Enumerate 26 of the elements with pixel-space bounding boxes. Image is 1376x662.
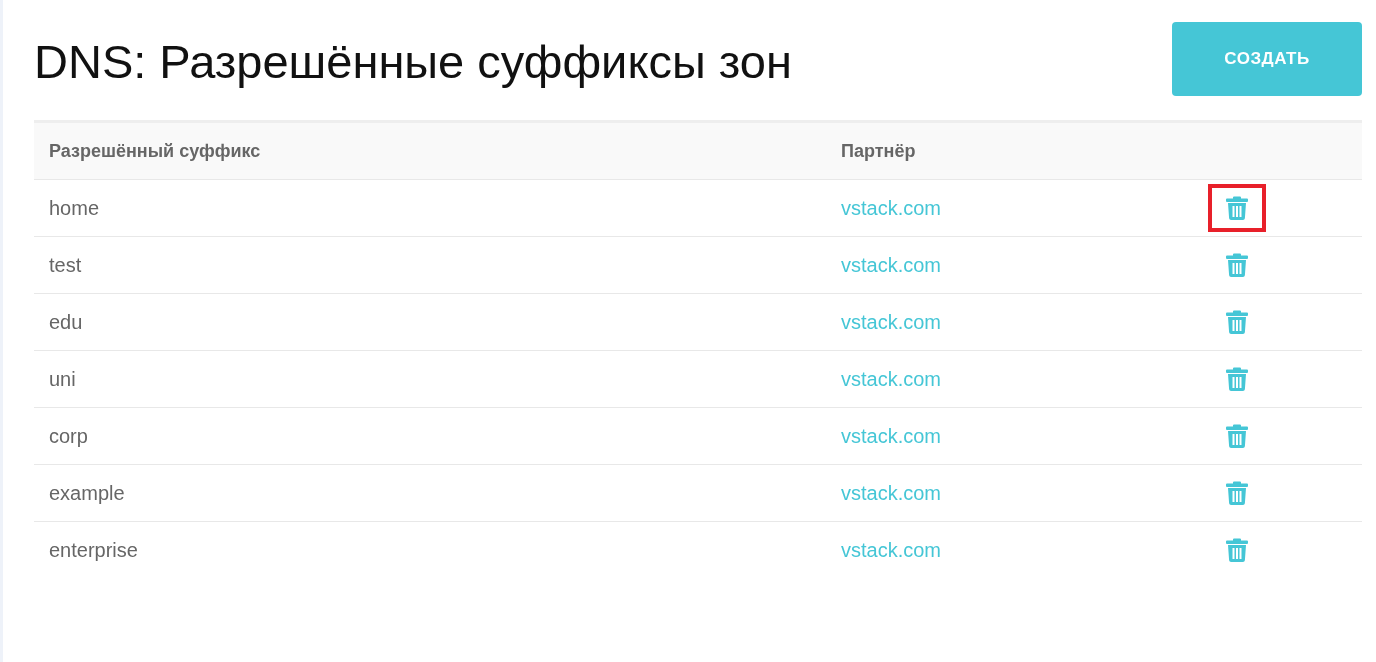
partner-link[interactable]: vstack.com <box>841 310 942 333</box>
suffix-cell-text: example <box>48 481 125 505</box>
suffix-cell-text: edu <box>48 310 83 334</box>
partner-link[interactable]: vstack.com <box>841 196 942 219</box>
partner-link[interactable]: vstack.com <box>841 481 942 504</box>
suffix-cell-text: corp <box>48 424 88 448</box>
suffix-cell-text: home <box>48 196 100 220</box>
suffix-cell-text: test <box>48 253 82 277</box>
trash-icon <box>1226 196 1248 220</box>
partner-link[interactable]: vstack.com <box>841 538 942 561</box>
delete-button[interactable] <box>1208 184 1266 232</box>
column-header: Разрешённый суффикс <box>48 140 261 162</box>
suffix-cell-text: uni <box>48 367 76 391</box>
trash-icon <box>1226 424 1248 448</box>
partner-link[interactable]: vstack.com <box>841 367 942 390</box>
trash-icon <box>1226 253 1248 277</box>
trash-icon <box>1226 310 1248 334</box>
partner-link[interactable]: vstack.com <box>841 424 942 447</box>
column-header: Партнёр <box>840 140 916 162</box>
trash-icon <box>1226 481 1248 505</box>
create-button[interactable]: СОЗДАТЬ <box>1172 22 1362 96</box>
trash-icon <box>1226 538 1248 562</box>
partner-link[interactable]: vstack.com <box>841 253 942 276</box>
trash-icon <box>1226 367 1248 391</box>
suffix-cell-text: enterprise <box>48 538 138 562</box>
page-title: DNS: Разрешённые суффиксы зон <box>34 36 792 88</box>
